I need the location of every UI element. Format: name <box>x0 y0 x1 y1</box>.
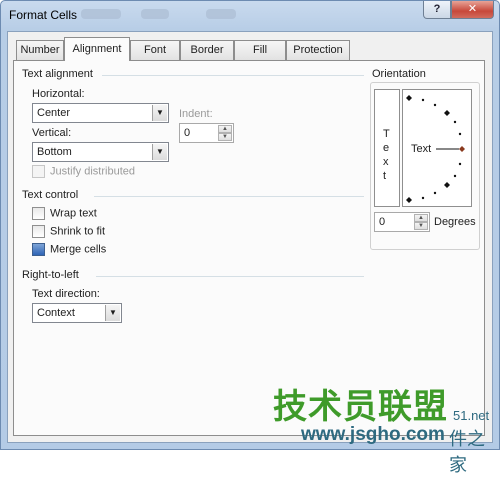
orientation-dial[interactable]: Text <box>402 89 472 207</box>
vertical-text-letter: T <box>383 128 390 140</box>
chevron-down-icon[interactable]: ▼ <box>152 144 167 160</box>
checkbox-icon[interactable] <box>32 225 45 238</box>
text-control-heading: Text control <box>22 189 79 201</box>
horizontal-value: Center <box>37 107 71 119</box>
title-bar[interactable]: Format Cells ? ✕ <box>1 1 499 29</box>
text-direction-select[interactable]: Context ▼ <box>32 303 122 323</box>
wrap-text-checkbox[interactable]: Wrap text <box>32 207 97 220</box>
dialog-body: Number Alignment Font Border Fill Protec… <box>7 31 493 443</box>
tab-label: Border <box>190 44 224 56</box>
dialog-title: Format Cells <box>9 8 78 22</box>
tab-protection[interactable]: Protection <box>286 40 350 60</box>
tab-label: Number <box>20 44 60 56</box>
vertical-select[interactable]: Bottom ▼ <box>32 142 169 162</box>
close-button[interactable]: ✕ <box>451 1 494 19</box>
vertical-text-letter: t <box>383 170 387 182</box>
indent-spinner[interactable]: 0 ▲ ▼ <box>179 123 234 143</box>
text-alignment-heading: Text alignment <box>22 68 93 80</box>
close-icon: ✕ <box>467 3 478 15</box>
orientation-dial-text: Text <box>411 143 432 155</box>
indent-spin-buttons: ▲ ▼ <box>218 125 232 141</box>
checkbox-icon[interactable] <box>32 165 45 178</box>
shrink-to-fit-checkbox[interactable]: Shrink to fit <box>32 225 105 238</box>
help-icon: ? <box>433 3 441 15</box>
tab-number[interactable]: Number <box>16 40 64 60</box>
tab-label: Protection <box>293 44 343 56</box>
spin-down-icon[interactable]: ▼ <box>414 222 428 230</box>
horizontal-label: Horizontal: <box>32 88 85 100</box>
horizontal-select[interactable]: Center ▼ <box>32 103 169 123</box>
right-to-left-heading: Right-to-left <box>22 269 79 281</box>
help-button[interactable]: ? <box>423 1 451 19</box>
shrink-to-fit-label: Shrink to fit <box>50 225 106 238</box>
blurred-title-text <box>206 9 236 19</box>
separator <box>102 75 364 76</box>
separator <box>96 276 364 277</box>
spin-up-icon[interactable]: ▲ <box>414 214 428 222</box>
degrees-value: 0 <box>379 216 386 228</box>
tab-label: Alignment <box>72 43 122 55</box>
wrap-text-label: Wrap text <box>50 207 97 220</box>
degrees-label: Degrees <box>434 216 476 228</box>
blurred-title-text <box>81 9 121 19</box>
vertical-text-letter: e <box>383 142 390 154</box>
vertical-text-toggle[interactable]: T e x t <box>374 89 400 207</box>
chevron-down-icon[interactable]: ▼ <box>152 105 167 121</box>
checkbox-checked-icon[interactable] <box>32 243 45 256</box>
merge-cells-label: Merge cells <box>50 243 107 256</box>
tab-fill[interactable]: Fill <box>234 40 286 60</box>
spin-down-icon[interactable]: ▼ <box>218 133 232 141</box>
format-cells-dialog: Format Cells ? ✕ Number Alignment Font B… <box>0 0 500 475</box>
indent-label: Indent: <box>179 108 213 120</box>
text-direction-value: Context <box>37 307 75 319</box>
tab-font[interactable]: Font <box>130 40 180 60</box>
tab-label: Fill <box>252 44 268 56</box>
checkbox-icon[interactable] <box>32 207 45 220</box>
merge-cells-checkbox[interactable]: Merge cells <box>32 243 106 256</box>
tab-border[interactable]: Border <box>180 40 234 60</box>
orientation-heading: Orientation <box>372 68 426 80</box>
vertical-label: Vertical: <box>32 127 72 139</box>
tab-alignment[interactable]: Alignment <box>64 37 130 61</box>
vertical-text-letter: x <box>383 156 389 168</box>
indent-value: 0 <box>184 127 191 139</box>
tab-label: Font <box>143 44 166 56</box>
blurred-title-text <box>141 9 169 19</box>
justify-distributed-label: Justify distributed <box>50 165 135 178</box>
vertical-value: Bottom <box>37 146 72 158</box>
degrees-spinner[interactable]: 0 ▲ ▼ <box>374 212 430 232</box>
justify-distributed-checkbox[interactable]: Justify distributed <box>32 165 135 178</box>
spin-up-icon[interactable]: ▲ <box>218 125 232 133</box>
degrees-spin-buttons: ▲ ▼ <box>414 214 428 230</box>
separator <box>94 196 364 197</box>
text-direction-label: Text direction: <box>32 288 100 300</box>
chevron-down-icon[interactable]: ▼ <box>105 305 120 321</box>
